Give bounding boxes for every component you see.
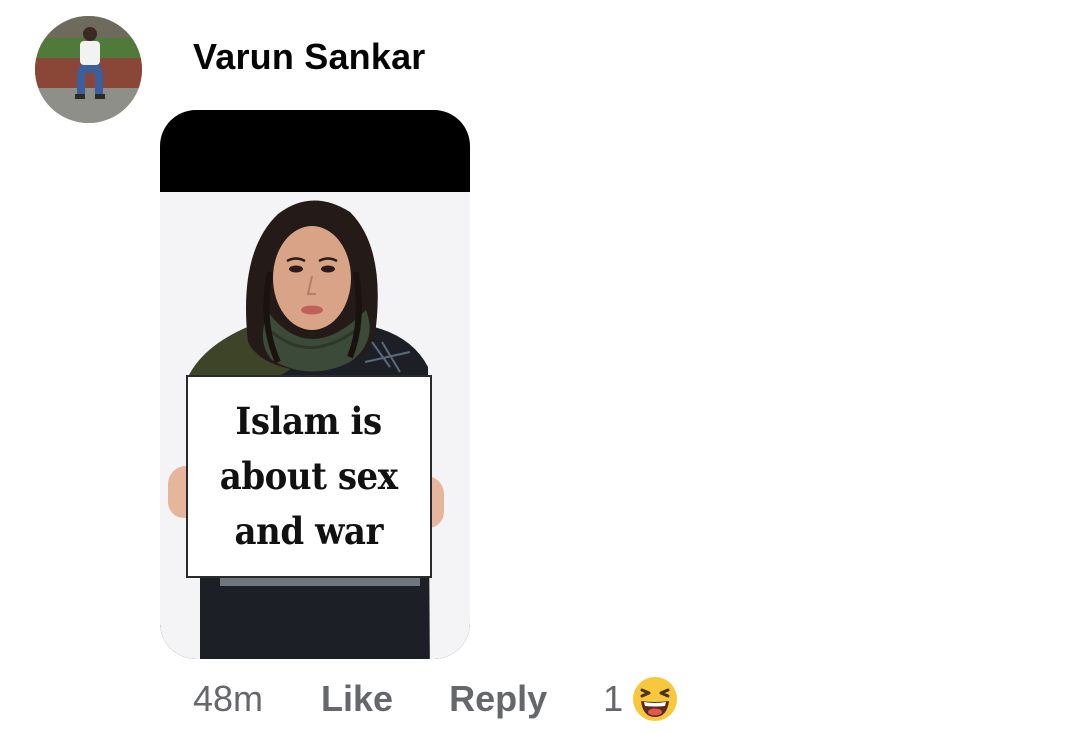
reply-button[interactable]: Reply bbox=[449, 678, 547, 720]
comment: Varun Sankar Islam is about sex and war … bbox=[0, 0, 1080, 734]
comment-image-attachment[interactable]: Islam is about sex and war bbox=[160, 110, 470, 659]
like-button[interactable]: Like bbox=[321, 678, 393, 720]
author-name[interactable]: Varun Sankar bbox=[193, 36, 426, 78]
laughing-face-icon[interactable] bbox=[631, 675, 679, 723]
comment-actions: 48m Like Reply 1 bbox=[193, 674, 679, 724]
attachment-photo: Islam is about sex and war bbox=[160, 192, 470, 659]
sign-text-line: about sex bbox=[220, 454, 398, 498]
avatar-photo bbox=[35, 16, 142, 123]
reaction-count[interactable]: 1 bbox=[603, 678, 623, 720]
protest-sign: Islam is about sex and war bbox=[186, 375, 432, 578]
sign-text-line: Islam is bbox=[235, 399, 383, 443]
comment-timestamp: 48m bbox=[193, 678, 264, 719]
sign-text-line: and war bbox=[234, 509, 384, 553]
author-avatar[interactable] bbox=[35, 16, 142, 123]
